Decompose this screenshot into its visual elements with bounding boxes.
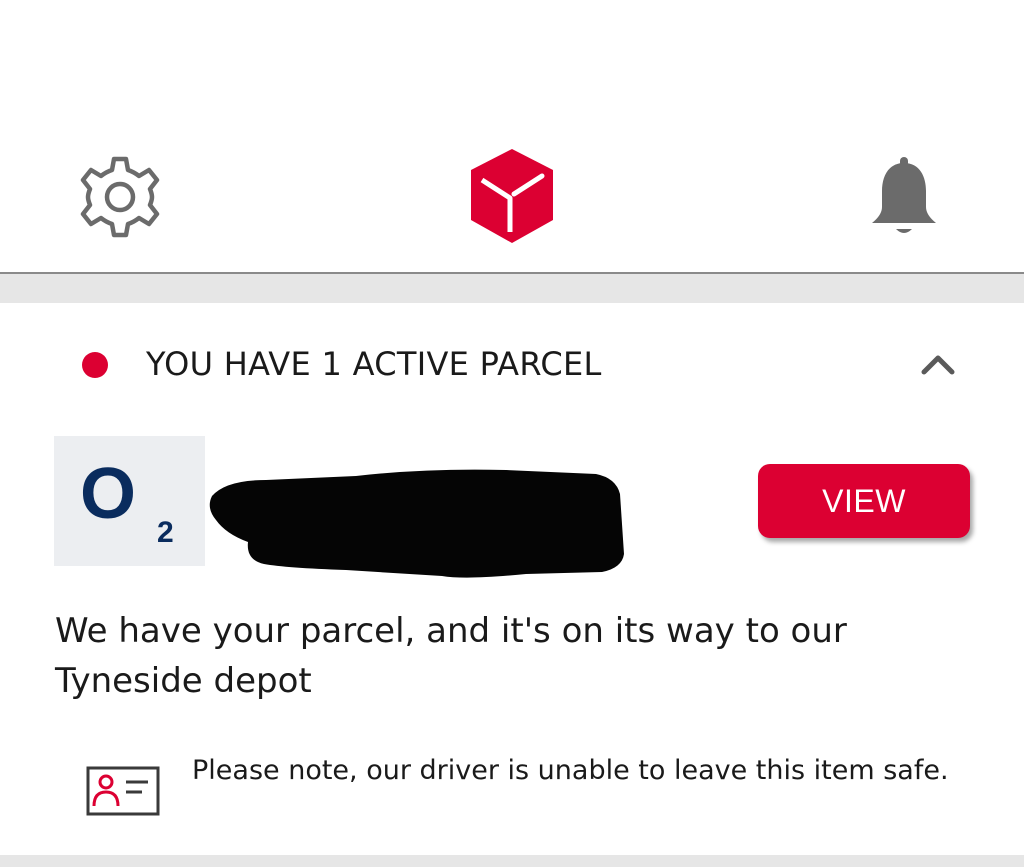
dpd-logo-icon [471,149,553,243]
section-separator [0,274,1024,303]
active-parcels-label: YOU HAVE 1 ACTIVE PARCEL [146,345,602,383]
parcel-status-text: We have your parcel, and it's on its way… [55,611,847,701]
view-button[interactable]: VIEW [758,464,970,538]
gear-icon[interactable] [78,155,162,239]
sender-logo-sub: 2 [157,516,174,549]
id-card-icon [86,766,160,816]
status-dot [82,352,108,378]
redaction-mark [209,469,624,578]
delivery-note-text: Please note, our driver is unable to lea… [192,755,949,786]
active-parcels-header[interactable]: YOU HAVE 1 ACTIVE PARCEL [82,342,962,386]
sender-logo-main: O [80,454,137,534]
bell-icon[interactable] [866,155,942,239]
bottom-separator [0,855,1024,867]
chevron-up-icon[interactable] [920,350,956,378]
sender-logo: O 2 [54,436,205,566]
